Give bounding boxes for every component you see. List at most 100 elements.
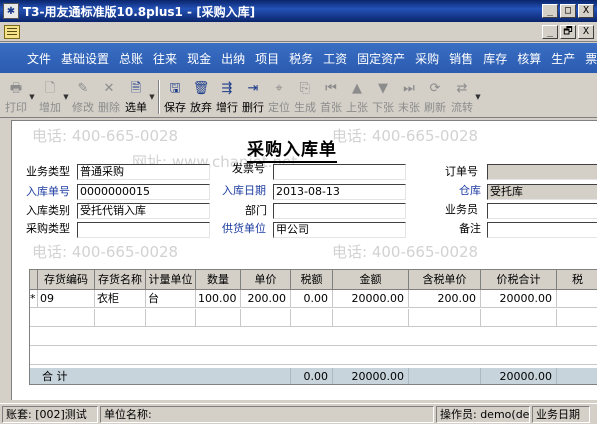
maximize-button[interactable]: □ (560, 4, 576, 18)
document-icon[interactable] (4, 24, 20, 39)
cell-unit[interactable]: 台 (146, 290, 196, 308)
purchase-receipt-form: 电话: 400-665-0028 电话: 400-665-0028 网址: ww… (11, 120, 597, 400)
receipt-no-field[interactable]: 0000000015 (77, 184, 210, 200)
select-order-button[interactable]: 🗎 选单 (122, 78, 148, 116)
status-operator: 操作员: demo(de (436, 405, 530, 423)
last-button[interactable]: ⏭ 末张 (396, 78, 422, 116)
department-label: 部门 (245, 204, 267, 217)
menu-sales[interactable]: 销售 (444, 50, 478, 67)
menu-production[interactable]: 生产 (546, 50, 580, 67)
grid-col-total-with-tax[interactable]: 价税合计 (481, 270, 557, 290)
add-button[interactable]: 🗋 增加 (36, 78, 62, 116)
row-marker: * (30, 290, 38, 308)
cell-total-with-tax[interactable]: 20000.00 (481, 290, 557, 308)
grid-col-quantity[interactable]: 数量 (196, 270, 241, 290)
grid-col-marker[interactable] (30, 270, 38, 290)
total-with-tax: 20000.00 (481, 368, 557, 384)
order-no-field[interactable] (487, 164, 597, 180)
save-icon: 🖫 (169, 81, 181, 96)
menu-cash[interactable]: 现金 (182, 50, 216, 67)
add-dropdown-arrow[interactable]: ▼ (62, 78, 70, 116)
printer-icon: 🖶 (9, 81, 23, 96)
add-row-icon: ⇶ (221, 81, 233, 96)
remark-field[interactable] (487, 222, 597, 238)
grid-col-item-code[interactable]: 存货编码 (38, 270, 95, 290)
menu-notes[interactable]: 票据 (580, 50, 597, 67)
prev-button[interactable]: ▲ 上张 (344, 78, 370, 116)
salesperson-field[interactable] (487, 203, 597, 219)
select-dropdown-arrow[interactable]: ▼ (148, 78, 156, 116)
print-button[interactable]: 🖶 打印 (2, 78, 28, 116)
flow-dropdown-arrow[interactable]: ▼ (474, 78, 482, 116)
receipt-date-field[interactable]: 2013-08-13 (273, 184, 406, 200)
prev-icon: ▲ (352, 81, 362, 96)
generate-button[interactable]: ⎘ 生成 (292, 78, 318, 116)
grid-col-tax[interactable]: 税额 (291, 270, 333, 290)
cell-price-with-tax[interactable]: 200.00 (409, 290, 481, 308)
form-title: 采购入库单 (247, 141, 337, 163)
modify-button[interactable]: ✎ 修改 (70, 78, 96, 116)
menu-fixed-assets[interactable]: 固定资产 (352, 50, 410, 67)
cell-amount[interactable]: 20000.00 (333, 290, 409, 308)
close-button[interactable]: X (578, 4, 594, 18)
mdi-restore-button[interactable]: 🗗 (560, 24, 576, 39)
cell-item-name[interactable]: 衣柜 (95, 290, 146, 308)
menu-cashier[interactable]: 出纳 (216, 50, 250, 67)
print-dropdown-arrow[interactable]: ▼ (28, 78, 36, 116)
menu-tax[interactable]: 税务 (284, 50, 318, 67)
table-row-empty[interactable] (30, 309, 597, 327)
business-type-field[interactable]: 普通采购 (77, 164, 210, 180)
menu-basic-settings[interactable]: 基础设置 (56, 50, 114, 67)
grid-col-unit[interactable]: 计量单位 (146, 270, 196, 290)
flow-button[interactable]: ⇄ 流转 (448, 78, 474, 116)
cell-unit-price[interactable]: 200.00 (241, 290, 291, 308)
cell-quantity[interactable]: 100.00 (196, 290, 241, 308)
save-button[interactable]: 🖫 保存 (162, 78, 188, 116)
menu-general-ledger[interactable]: 总账 (114, 50, 148, 67)
grid-col-item-name[interactable]: 存货名称 (95, 270, 146, 290)
menu-project[interactable]: 项目 (250, 50, 284, 67)
mdi-close-button[interactable]: X (578, 24, 594, 39)
warehouse-field[interactable]: 受托库 (487, 184, 597, 200)
mdi-minimize-button[interactable]: _ (542, 24, 558, 39)
first-button[interactable]: ⏮ 首张 (318, 78, 344, 116)
refresh-button[interactable]: ⟳ 刷新 (422, 78, 448, 116)
menu-costing[interactable]: 核算 (512, 50, 546, 67)
supplier-field[interactable]: 甲公司 (273, 222, 406, 238)
minimize-button[interactable]: _ (542, 4, 558, 18)
cell-tax-rate[interactable] (557, 290, 597, 308)
menu-purchase[interactable]: 采购 (410, 50, 444, 67)
receipt-no-label: 入库单号 (26, 185, 70, 198)
menu-payroll[interactable]: 工资 (318, 50, 352, 67)
total-amount: 20000.00 (333, 368, 409, 384)
department-field[interactable] (273, 203, 406, 219)
grid-col-unit-price[interactable]: 单价 (241, 270, 291, 290)
cell-item-code[interactable]: 09 (38, 290, 95, 308)
edit-icon: ✎ (77, 81, 89, 96)
delete-row-icon: ⇥ (247, 81, 259, 96)
trash-icon: 🗑 (192, 81, 210, 96)
grid-col-tax-rate[interactable]: 税 (557, 270, 597, 290)
toolbar-separator (158, 80, 160, 114)
menu-receivables[interactable]: 往来 (148, 50, 182, 67)
grid-col-price-with-tax[interactable]: 含税单价 (409, 270, 481, 290)
receipt-category-field[interactable]: 受托代销入库 (77, 203, 210, 219)
abandon-button[interactable]: 🗑 放弃 (188, 78, 214, 116)
add-row-button[interactable]: ⇶ 增行 (214, 78, 240, 116)
empty-cell (241, 309, 291, 327)
purchase-type-field[interactable] (77, 222, 210, 238)
table-row-empty[interactable] (30, 328, 597, 346)
menu-inventory[interactable]: 库存 (478, 50, 512, 67)
delete-row-button[interactable]: ⇥ 删行 (240, 78, 266, 116)
locate-button[interactable]: ⌖ 定位 (266, 78, 292, 116)
next-button[interactable]: ▼ 下张 (370, 78, 396, 116)
menu-file[interactable]: 文件 (22, 50, 56, 67)
grid-col-amount[interactable]: 金额 (333, 270, 409, 290)
delete-button[interactable]: ✕ 删除 (96, 78, 122, 116)
remark-label: 备注 (459, 222, 481, 235)
table-row[interactable]: * 09 衣柜 台 100.00 200.00 0.00 20000.00 20… (30, 290, 597, 308)
table-row-empty[interactable] (30, 347, 597, 365)
invoice-no-field[interactable] (273, 164, 406, 180)
receipt-date-label: 入库日期 (222, 184, 266, 197)
cell-tax[interactable]: 0.00 (291, 290, 333, 308)
